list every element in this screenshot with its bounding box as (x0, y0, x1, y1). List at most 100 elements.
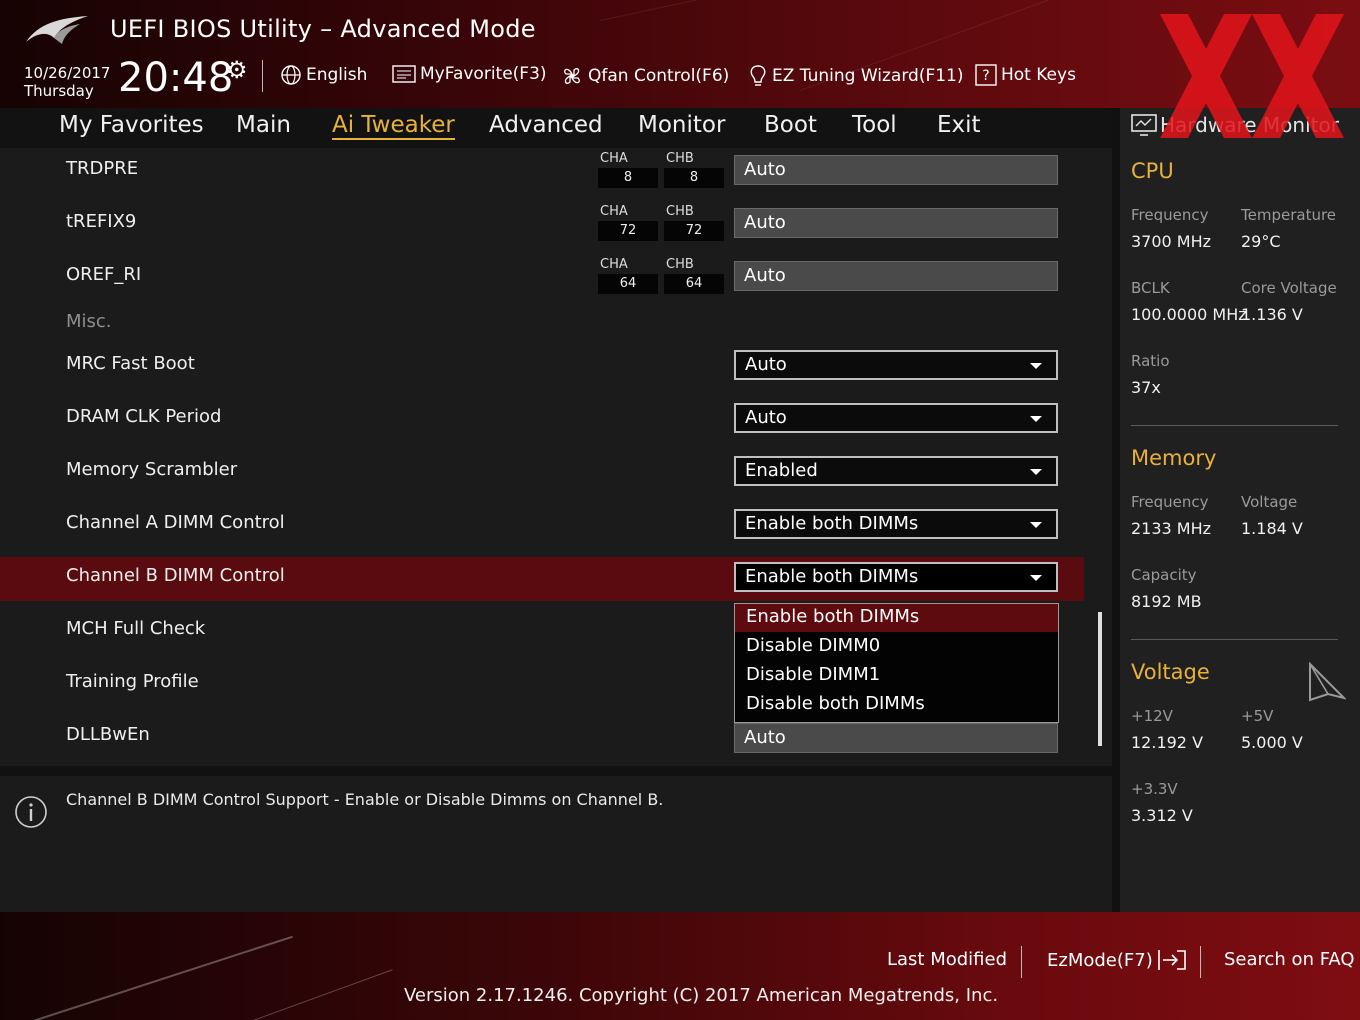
dimm-options-dropdown: Enable both DIMMs Disable DIMM0 Disable … (734, 603, 1059, 723)
cha-label: CHA (600, 204, 628, 219)
language-button[interactable]: English (280, 64, 367, 86)
tab-advanced[interactable]: Advanced (489, 112, 603, 138)
lightbulb-icon (750, 65, 766, 86)
voltage-heading: Voltage (1131, 660, 1210, 684)
channel-b-value: CHB 64 (664, 257, 724, 294)
trefix9-input[interactable]: Auto (734, 208, 1058, 238)
select-value: Auto (745, 354, 787, 375)
bclk-value: 100.0000 MHz (1131, 305, 1247, 324)
tab-boot[interactable]: Boot (764, 112, 817, 138)
tab-my-favorites[interactable]: My Favorites (59, 112, 204, 138)
help-key-icon: ? (975, 64, 997, 86)
footer-separator (1021, 946, 1022, 978)
channel-b-dimm-select[interactable]: Enable both DIMMs (734, 562, 1058, 592)
tab-exit[interactable]: Exit (937, 112, 981, 138)
oref-ri-input[interactable]: Auto (734, 261, 1058, 291)
select-value: Auto (745, 407, 787, 428)
favorite-icon (392, 65, 416, 83)
chb-value: 64 (664, 274, 724, 294)
cha-label: CHA (600, 151, 628, 166)
footer-separator (1200, 946, 1201, 978)
tab-monitor[interactable]: Monitor (638, 112, 725, 138)
ez-tuning-label: EZ Tuning Wizard(F11) (772, 66, 964, 86)
app-title: UEFI BIOS Utility – Advanced Mode (110, 15, 536, 43)
memory-frequency-label: Frequency (1131, 493, 1209, 511)
v12-label: +12V (1131, 707, 1173, 725)
qfan-label: Qfan Control(F6) (588, 66, 730, 86)
dllbwen-input[interactable]: Auto (734, 723, 1058, 753)
capacity-value: 8192 MB (1131, 592, 1202, 611)
hot-keys-button[interactable]: ? Hot Keys (975, 64, 1076, 86)
cha-label: CHA (600, 257, 628, 272)
v5-label: +5V (1241, 707, 1274, 725)
svg-text:?: ? (982, 68, 989, 84)
bclk-label: BCLK (1131, 279, 1170, 297)
last-modified-button[interactable]: Last Modified (887, 949, 1007, 970)
ezmode-button[interactable]: EzMode(F7) (1047, 949, 1187, 971)
info-icon (15, 796, 47, 828)
dropdown-option-enable-both[interactable]: Enable both DIMMs (735, 604, 1058, 632)
setting-label-mch-full-check: MCH Full Check (66, 618, 206, 639)
cha-value: 64 (598, 274, 658, 294)
v12-value: 12.192 V (1131, 733, 1204, 752)
cha-value: 72 (598, 221, 658, 241)
v33-label: +3.3V (1131, 780, 1178, 798)
memory-voltage-value: 1.184 V (1241, 519, 1303, 538)
dropdown-option-disable-dimm1[interactable]: Disable DIMM1 (735, 662, 1058, 690)
day-text: Thursday (24, 82, 94, 100)
watermark-logo-icon (1160, 14, 1344, 138)
trdpre-input[interactable]: Auto (734, 155, 1058, 185)
mrc-fast-boot-select[interactable]: Auto (734, 350, 1058, 380)
setting-label-memory-scrambler: Memory Scrambler (66, 459, 238, 480)
globe-icon (281, 65, 301, 85)
myfavorite-button[interactable]: MyFavorite(F3) (392, 64, 547, 84)
exit-arrow-icon (1157, 950, 1186, 970)
section-misc: Misc. (66, 311, 112, 332)
chb-label: CHB (666, 204, 694, 219)
search-faq-button[interactable]: Search on FAQ (1224, 949, 1355, 970)
tab-main[interactable]: Main (236, 112, 291, 138)
setting-label-mrc-fast-boot: MRC Fast Boot (66, 353, 195, 374)
memory-heading: Memory (1131, 446, 1217, 470)
chevron-down-icon (1030, 575, 1042, 581)
chevron-down-icon (1030, 363, 1042, 369)
dropdown-option-disable-both[interactable]: Disable both DIMMs (735, 691, 1058, 719)
qfan-button[interactable]: Qfan Control(F6) (560, 64, 729, 88)
setting-label-channel-b-dimm: Channel B DIMM Control (66, 565, 285, 586)
chevron-down-icon (1030, 522, 1042, 528)
channel-a-value: CHA 64 (598, 257, 658, 294)
help-description: Channel B DIMM Control Support - Enable … (66, 790, 664, 809)
tab-ai-tweaker[interactable]: Ai Tweaker (332, 112, 455, 140)
version-text: Version 2.17.1246. Copyright (C) 2017 Am… (404, 985, 999, 1006)
select-value: Enable both DIMMs (745, 513, 919, 534)
v5-value: 5.000 V (1241, 733, 1303, 752)
dram-clk-period-select[interactable]: Auto (734, 403, 1058, 433)
clock-display: 20:48 (118, 55, 234, 101)
cpu-frequency-value: 3700 MHz (1131, 232, 1212, 251)
memory-voltage-label: Voltage (1241, 493, 1298, 511)
hot-keys-label: Hot Keys (1001, 65, 1076, 85)
select-value: Enabled (745, 460, 818, 481)
fan-icon (564, 68, 580, 84)
settings-gear-icon[interactable]: ⚙ (226, 56, 248, 84)
ezmode-label: EzMode(F7) (1047, 949, 1153, 971)
cha-value: 8 (598, 168, 658, 188)
settings-scrollbar[interactable] (1098, 612, 1102, 746)
tab-tool[interactable]: Tool (852, 112, 897, 138)
channel-a-dimm-select[interactable]: Enable both DIMMs (734, 509, 1058, 539)
rog-logo-icon (26, 16, 88, 44)
channel-a-value: CHA 72 (598, 204, 658, 241)
ratio-label: Ratio (1131, 352, 1170, 370)
ez-tuning-button[interactable]: EZ Tuning Wizard(F11) (748, 64, 964, 88)
myfavorite-label: MyFavorite(F3) (420, 64, 547, 84)
cpu-temperature-label: Temperature (1241, 206, 1337, 224)
memory-scrambler-select[interactable]: Enabled (734, 456, 1058, 486)
monitor-icon (1131, 114, 1157, 136)
cpu-frequency-label: Frequency (1131, 206, 1209, 224)
dropdown-option-disable-dimm0[interactable]: Disable DIMM0 (735, 633, 1058, 661)
capacity-label: Capacity (1131, 566, 1197, 584)
date-text: 10/26/2017 (24, 64, 111, 82)
select-value: Enable both DIMMs (745, 566, 919, 587)
cpu-heading: CPU (1131, 159, 1174, 183)
setting-label-oref-ri: OREF_RI (66, 264, 142, 285)
